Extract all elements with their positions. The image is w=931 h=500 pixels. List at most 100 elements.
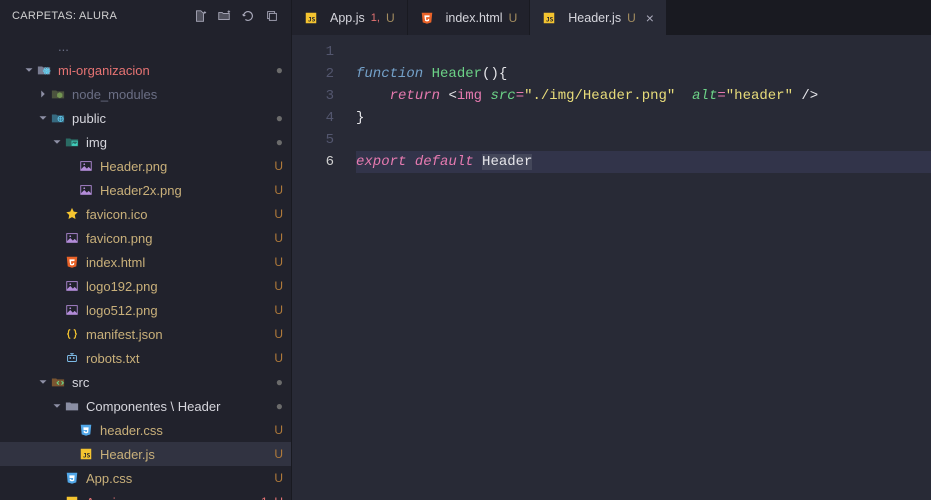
js-file-icon: JS	[304, 11, 318, 25]
img-folder-icon	[64, 135, 80, 149]
react-folder-icon	[36, 63, 52, 77]
git-status-u: U	[249, 423, 283, 437]
file-favicon-ico[interactable]: favicon.ico U	[0, 202, 291, 226]
git-status-u: U	[249, 327, 283, 341]
file-header2x-png[interactable]: Header2x.png U	[0, 178, 291, 202]
git-status-u: U	[249, 231, 283, 245]
explorer-header: CARPETAS: ALURA	[0, 0, 291, 32]
line-number: 2	[292, 63, 334, 85]
chevron-right-icon	[36, 87, 50, 101]
git-status-u: U	[249, 471, 283, 485]
new-folder-icon[interactable]	[217, 9, 231, 23]
line-number: 3	[292, 85, 334, 107]
tab-close-icon[interactable]: ×	[646, 10, 654, 26]
git-status-u: U	[249, 351, 283, 365]
tab-git-u: U	[386, 11, 395, 25]
folder-mi-organizacion[interactable]: mi-organizacion ●	[0, 58, 291, 82]
code-content[interactable]: function Header(){ return <img src="./im…	[350, 35, 931, 500]
file-label: Header.png	[100, 159, 249, 174]
file-app-css[interactable]: App.css U	[0, 466, 291, 490]
folder-label: img	[86, 135, 249, 150]
modified-dot-icon: ●	[249, 111, 283, 125]
src-folder-icon	[50, 375, 66, 389]
folder-img[interactable]: img ●	[0, 130, 291, 154]
file-label: favicon.png	[86, 231, 249, 246]
new-file-icon[interactable]	[193, 9, 207, 23]
image-file-icon	[64, 231, 80, 245]
collapse-all-icon[interactable]	[265, 9, 279, 23]
robot-file-icon	[64, 351, 80, 365]
favicon-star-icon	[64, 207, 80, 221]
file-label: header.css	[100, 423, 249, 438]
line-number: 6	[292, 151, 334, 173]
chevron-down-icon	[50, 135, 64, 149]
file-logo512[interactable]: logo512.png U	[0, 298, 291, 322]
git-status-u: U	[249, 279, 283, 293]
tab-header-js[interactable]: JS Header.js U ×	[530, 0, 667, 35]
file-index-html[interactable]: index.html U	[0, 250, 291, 274]
css-file-icon	[78, 423, 94, 437]
image-file-icon	[64, 279, 80, 293]
tab-app-js[interactable]: JS App.js 1, U	[292, 0, 408, 35]
folder-componentes-header[interactable]: Componentes \ Header ●	[0, 394, 291, 418]
code-line	[356, 41, 931, 63]
modified-dot-icon: ●	[249, 375, 283, 389]
file-label: Header.js	[100, 447, 249, 462]
file-header-png[interactable]: Header.png U	[0, 154, 291, 178]
line-number: 1	[292, 41, 334, 63]
editor-tabs: JS App.js 1, U index.html U JS Header.js…	[292, 0, 931, 35]
tab-label: App.js	[330, 11, 365, 25]
line-number: 4	[292, 107, 334, 129]
tab-index-html[interactable]: index.html U	[408, 0, 531, 35]
line-gutter: 1 2 3 4 5 6	[292, 35, 350, 500]
file-header-js[interactable]: JS Header.js U	[0, 442, 291, 466]
css-file-icon	[64, 471, 80, 485]
file-favicon-png[interactable]: favicon.png U	[0, 226, 291, 250]
node-folder-icon	[50, 87, 66, 101]
explorer-title: CARPETAS: ALURA	[12, 10, 193, 22]
tab-label: Header.js	[568, 11, 621, 25]
explorer-sidebar: CARPETAS: ALURA ... mi-organizacion ●	[0, 0, 292, 500]
code-line	[356, 129, 931, 151]
folder-node-modules[interactable]: node_modules	[0, 82, 291, 106]
file-tree: ... mi-organizacion ● node_modules pub	[0, 32, 291, 500]
folder-label: Componentes \ Header	[86, 399, 249, 414]
public-folder-icon	[50, 111, 66, 125]
js-file-icon: JS	[64, 495, 80, 500]
file-app-js[interactable]: JS App.js 1, U	[0, 490, 291, 500]
tab-label: index.html	[446, 11, 503, 25]
chevron-down-icon	[22, 63, 36, 77]
file-robots[interactable]: robots.txt U	[0, 346, 291, 370]
file-label: favicon.ico	[86, 207, 249, 222]
code-line: return <img src="./img/Header.png" alt="…	[356, 85, 931, 107]
modified-dot-icon: ●	[249, 135, 283, 149]
file-header-css[interactable]: header.css U	[0, 418, 291, 442]
html-file-icon	[64, 255, 80, 269]
json-file-icon	[64, 327, 80, 341]
file-label: index.html	[86, 255, 249, 270]
git-status-u: U	[249, 159, 283, 173]
folder-src[interactable]: src ●	[0, 370, 291, 394]
image-file-icon	[78, 159, 94, 173]
code-line: function Header(){	[356, 63, 931, 85]
file-label: logo512.png	[86, 303, 249, 318]
chevron-down-icon	[36, 375, 50, 389]
git-status-u: U	[249, 207, 283, 221]
editor-body[interactable]: 1 2 3 4 5 6 function Header(){ return <i…	[292, 35, 931, 500]
chevron-down-icon	[36, 111, 50, 125]
editor-area: JS App.js 1, U index.html U JS Header.js…	[292, 0, 931, 500]
tab-problems-count: 1,	[371, 12, 380, 24]
file-logo192[interactable]: logo192.png U	[0, 274, 291, 298]
modified-dot-icon: ●	[249, 399, 283, 413]
file-manifest[interactable]: manifest.json U	[0, 322, 291, 346]
chevron-down-icon	[50, 399, 64, 413]
git-status-u: U	[249, 447, 283, 461]
file-label: App.js	[86, 495, 249, 500]
folder-public[interactable]: public ●	[0, 106, 291, 130]
folder-label: node_modules	[72, 87, 283, 102]
tree-ellipsis-row[interactable]: ...	[0, 34, 291, 58]
file-label: manifest.json	[86, 327, 249, 342]
refresh-icon[interactable]	[241, 9, 255, 23]
git-status-u: U	[249, 255, 283, 269]
svg-text:JS: JS	[546, 16, 554, 23]
